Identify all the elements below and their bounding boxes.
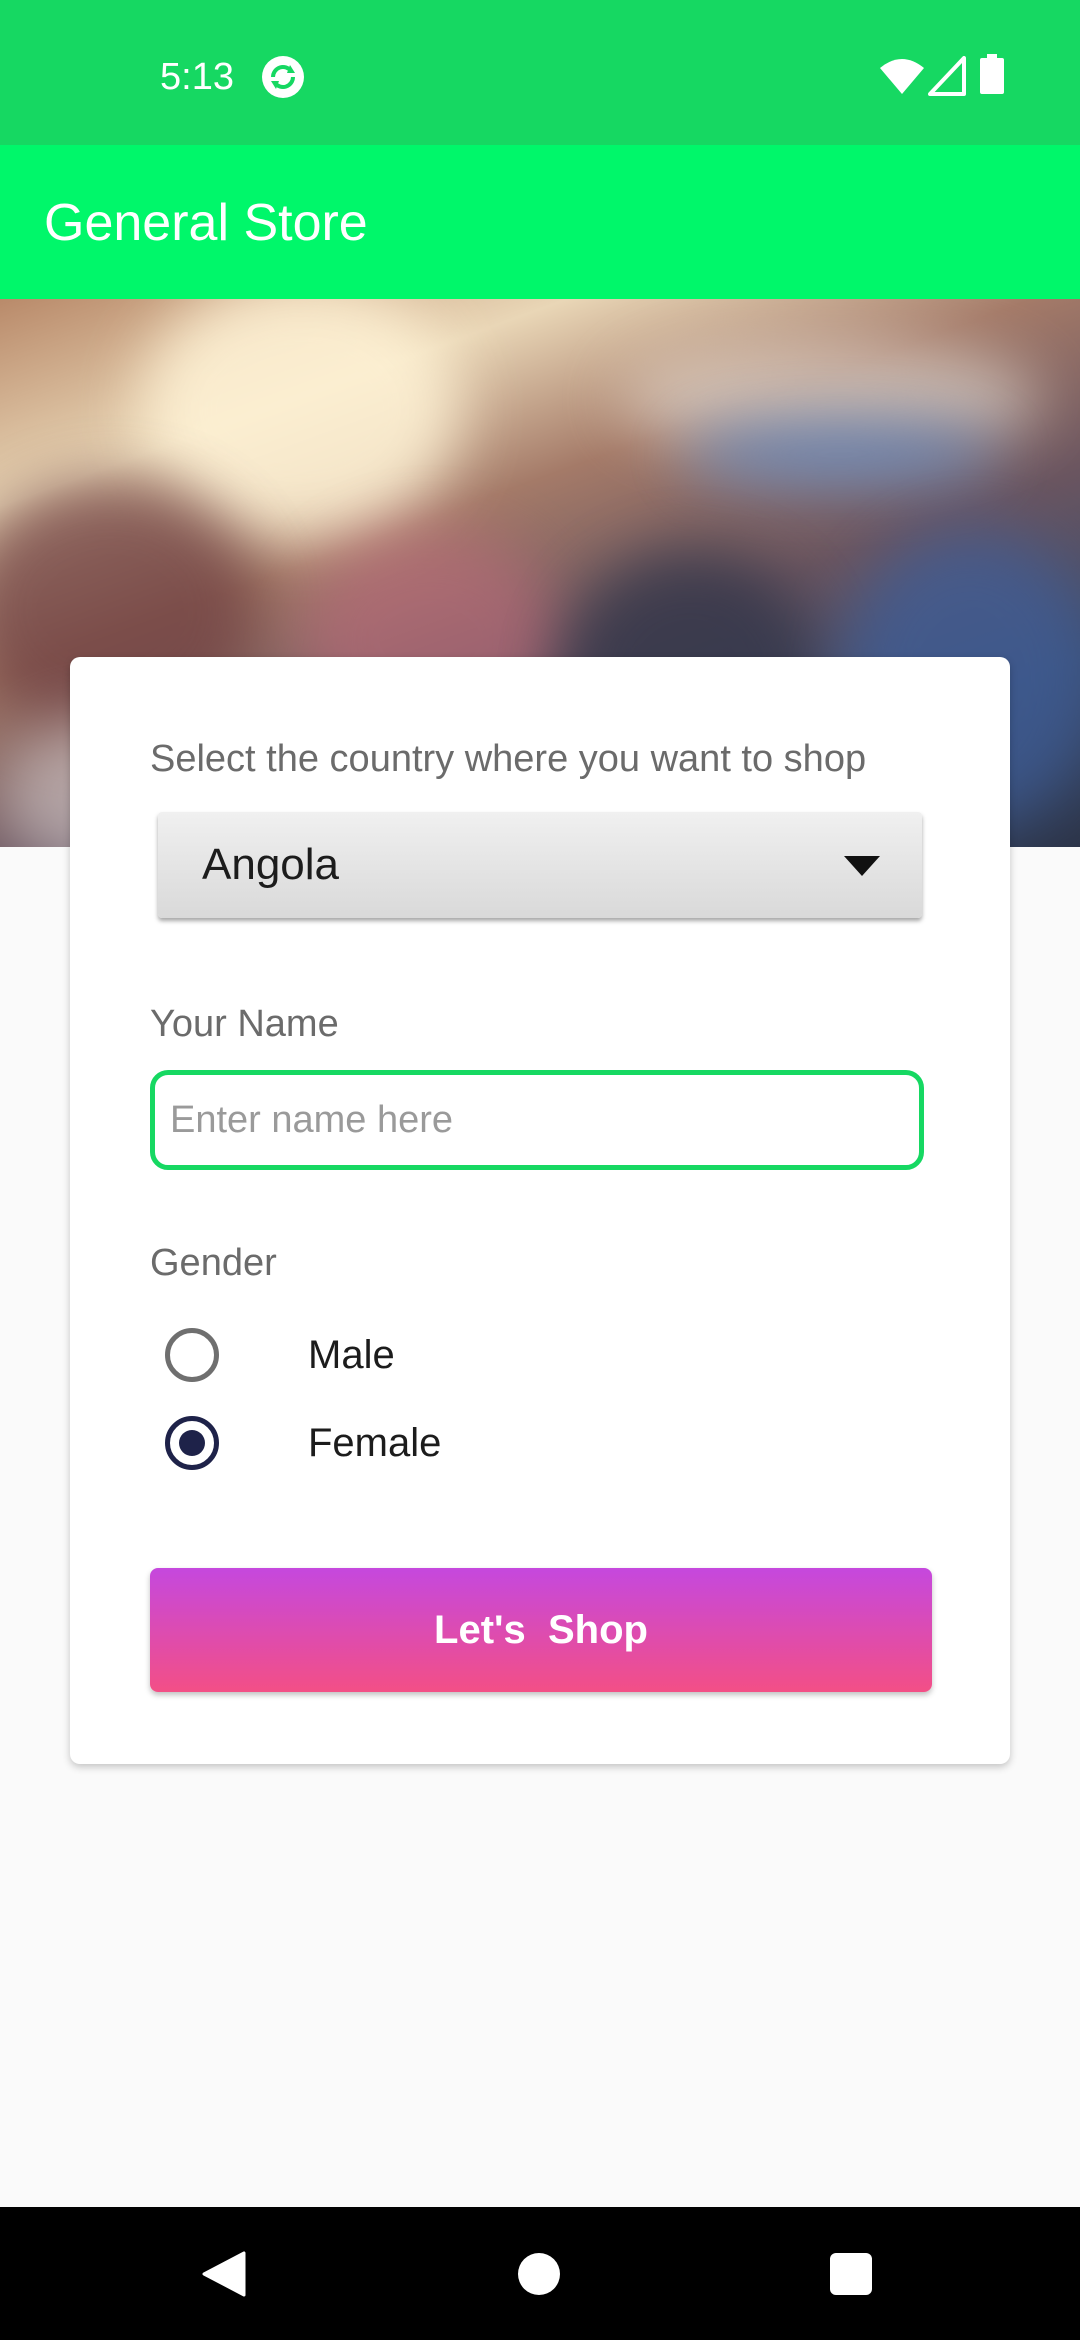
home-icon[interactable] [518, 2253, 560, 2295]
radio-label-female: Female [308, 1421, 442, 1465]
app-title: General Store [44, 194, 368, 252]
gender-label: Gender [150, 1242, 277, 1284]
radio-male[interactable] [165, 1328, 219, 1382]
status-time: 5:13 [160, 56, 234, 98]
wifi-icon [880, 59, 924, 94]
sync-icon [262, 56, 304, 98]
radio-female[interactable] [165, 1416, 219, 1470]
recents-icon[interactable] [830, 2253, 872, 2295]
country-label: Select the country where you want to sho… [150, 738, 867, 780]
shop-form-card: Select the country where you want to sho… [70, 657, 1010, 1764]
status-bar: 5:13 [0, 0, 1080, 145]
app-bar: General Store [0, 145, 1080, 299]
country-selected-value: Angola [202, 840, 340, 889]
back-icon[interactable] [202, 2251, 246, 2297]
chevron-down-icon [844, 856, 880, 876]
navigation-bar [0, 2207, 1080, 2340]
battery-icon [980, 54, 1004, 94]
lets-shop-button[interactable]: Let's Shop [150, 1568, 932, 1692]
name-label: Your Name [150, 1003, 339, 1045]
signal-icon [928, 56, 966, 96]
country-dropdown[interactable]: Angola [158, 812, 922, 918]
radio-label-male: Male [308, 1333, 395, 1377]
name-input[interactable] [150, 1070, 924, 1170]
